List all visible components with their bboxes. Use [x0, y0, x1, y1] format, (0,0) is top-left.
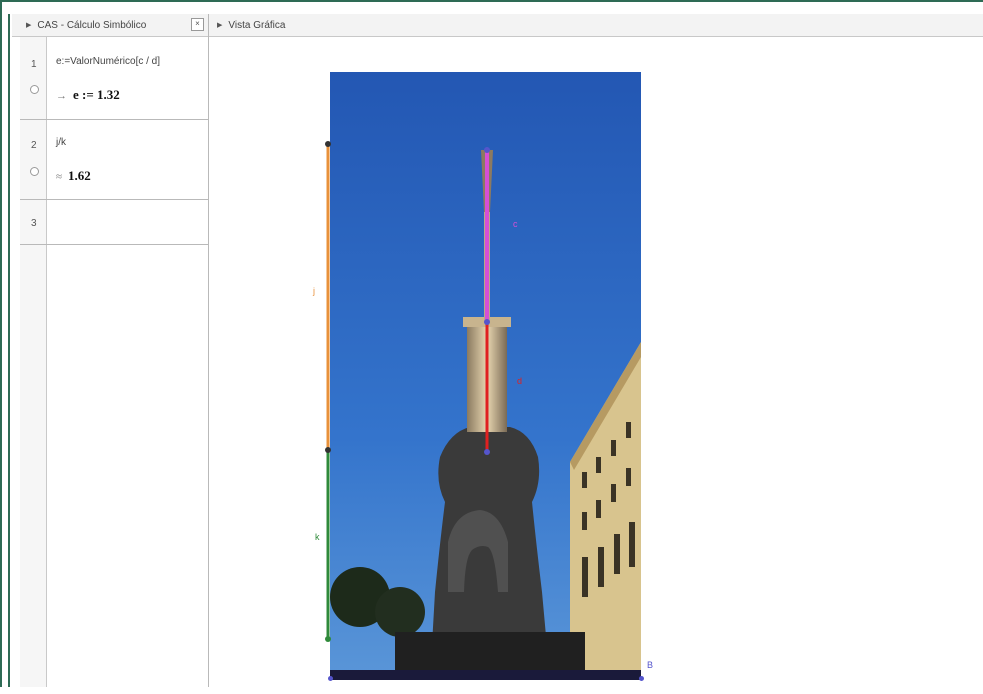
window-edge [8, 14, 10, 687]
cas-output: → e := 1.32 [56, 87, 120, 103]
point-B[interactable] [639, 676, 644, 681]
point[interactable] [484, 147, 490, 153]
cas-output: ≈1.62 [56, 168, 91, 184]
toggle-visibility-circle[interactable] [30, 167, 39, 176]
cas-row-3[interactable]: 3 [20, 200, 208, 245]
label-j: j [313, 286, 315, 296]
point[interactable] [484, 449, 490, 455]
ground [330, 670, 641, 680]
cas-panel: ▶ CAS - Cálculo Simbólico × 1 e:=ValorNu… [12, 14, 209, 687]
photo-svg [330, 72, 641, 680]
graphics-panel-header[interactable]: ▶ Vista Gráfica [209, 14, 983, 37]
point[interactable] [484, 319, 490, 325]
collapse-triangle-icon[interactable]: ▶ [26, 21, 31, 29]
output-arrow: → [56, 90, 67, 102]
label-k: k [315, 532, 320, 542]
segments-jk [325, 141, 331, 642]
cas-row-1[interactable]: 1 e:=ValorNumérico[c / d] → e := 1.32 [20, 37, 208, 120]
graphics-view[interactable]: ▶ Vista Gráfica j k c d B [209, 14, 983, 687]
graphics-panel-title: Vista Gráfica [228, 19, 286, 31]
close-panel-button[interactable]: × [191, 18, 204, 31]
label-c: c [513, 219, 518, 229]
cas-row-2[interactable]: 2 j/k ≈1.62 [20, 120, 208, 200]
row-number: 3 [31, 218, 37, 229]
point[interactable] [325, 636, 331, 642]
cas-input[interactable]: e:=ValorNumérico[c / d] [56, 56, 160, 67]
row-number: 1 [31, 59, 37, 70]
cas-input[interactable]: j/k [56, 137, 66, 148]
point[interactable] [325, 141, 331, 147]
output-arrow: ≈ [56, 171, 63, 183]
cas-panel-header[interactable]: ▶ CAS - Cálculo Simbólico × [12, 14, 208, 37]
point[interactable] [325, 447, 331, 453]
point-A[interactable] [328, 676, 333, 681]
label-B: B [647, 660, 654, 670]
collapse-triangle-icon[interactable]: ▶ [217, 21, 222, 29]
cas-panel-title: CAS - Cálculo Simbólico [37, 19, 147, 31]
output-value: 1.62 [68, 168, 91, 183]
row-number: 2 [31, 140, 37, 151]
label-d: d [517, 376, 523, 386]
tree [375, 587, 425, 637]
monument-photo[interactable] [330, 72, 641, 680]
toggle-visibility-circle[interactable] [30, 85, 39, 94]
output-value: e := 1.32 [73, 87, 120, 102]
